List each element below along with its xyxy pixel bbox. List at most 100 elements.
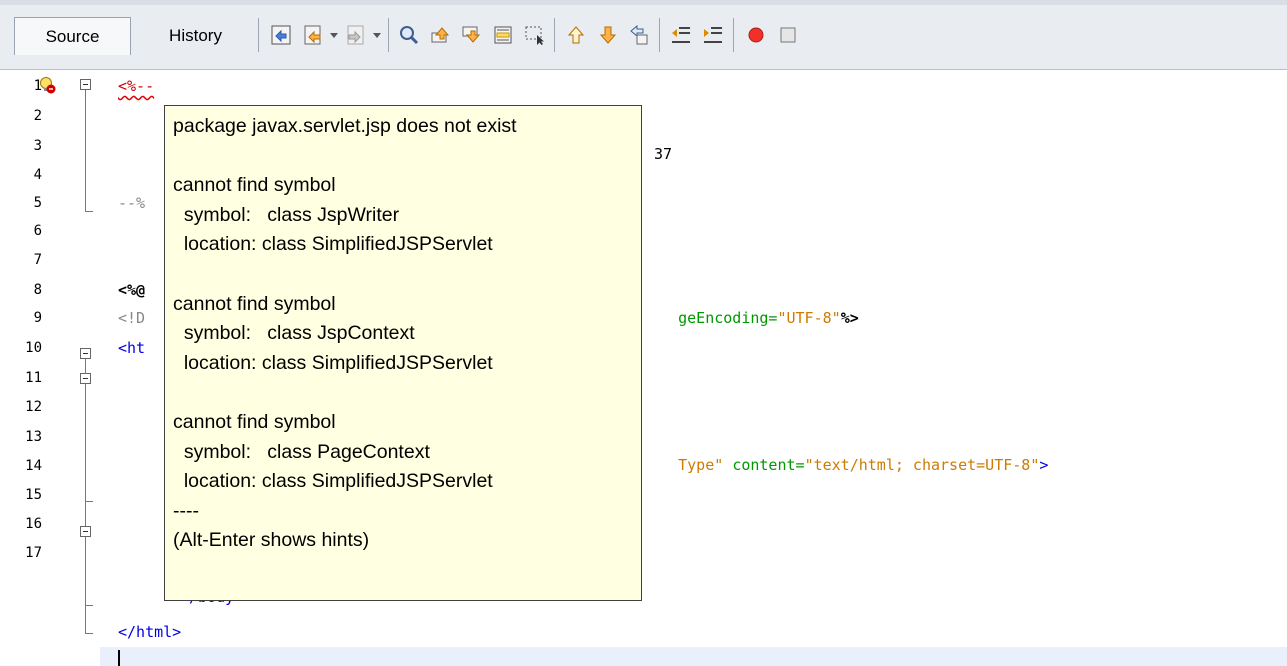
tooltip-line bbox=[173, 260, 633, 290]
fold-toggle-html[interactable] bbox=[80, 348, 91, 359]
tooltip-line: symbol: class JspWriter bbox=[173, 203, 400, 226]
code-attr: content= bbox=[732, 456, 805, 474]
shift-left-button[interactable] bbox=[668, 22, 694, 48]
fold-end-marker bbox=[85, 605, 93, 606]
line-number: 9 bbox=[33, 310, 42, 326]
toggle-rect-selection-icon bbox=[525, 26, 544, 45]
code-line-3-fragment: 37 bbox=[654, 145, 673, 163]
tooltip-line: location: class SimplifiedJSPServlet bbox=[173, 470, 493, 493]
find-next-button[interactable] bbox=[459, 22, 485, 48]
forward-button[interactable] bbox=[343, 22, 369, 48]
code-string: "text/html; charset=UTF-8" bbox=[804, 456, 1040, 474]
last-edit-icon bbox=[271, 25, 291, 45]
tab-history[interactable]: History bbox=[143, 17, 248, 55]
tooltip-line: symbol: class JspContext bbox=[173, 322, 415, 345]
tooltip-line: package javax.servlet.jsp does not exist bbox=[173, 115, 517, 137]
toggle-bookmark-button[interactable] bbox=[626, 22, 652, 48]
line-number: 17 bbox=[25, 545, 42, 561]
code-line-5: --% bbox=[118, 194, 146, 212]
text-caret bbox=[118, 650, 120, 666]
fold-guide bbox=[85, 359, 86, 633]
last-edit-button[interactable] bbox=[268, 22, 294, 48]
line-number: 16 bbox=[25, 516, 42, 532]
shift-left-icon bbox=[672, 27, 690, 43]
fold-toggle-comment[interactable] bbox=[80, 79, 91, 90]
previous-bookmark-icon bbox=[567, 26, 585, 44]
error-tooltip: package javax.servlet.jsp does not exist… bbox=[164, 105, 642, 601]
line-number: 14 bbox=[25, 458, 42, 474]
tooltip-line: location: class SimplifiedJSPServlet bbox=[173, 351, 493, 374]
previous-bookmark-button[interactable] bbox=[563, 22, 589, 48]
code-string: Type" bbox=[678, 456, 724, 474]
toolbar-separator bbox=[733, 18, 734, 52]
tooltip-line: cannot find symbol bbox=[173, 174, 336, 197]
tooltip-line: symbol: class PageContext bbox=[173, 440, 430, 463]
editor-toolbar: Source History bbox=[0, 0, 1287, 70]
line-number: 7 bbox=[33, 252, 42, 268]
forward-dropdown-arrow[interactable] bbox=[373, 33, 381, 38]
line-number: 2 bbox=[33, 108, 42, 124]
find-selection-icon bbox=[400, 26, 419, 45]
line-number: 6 bbox=[33, 223, 42, 239]
toolbar-separator bbox=[258, 18, 259, 52]
tab-source[interactable]: Source bbox=[14, 17, 131, 55]
code-string: "UTF-8" bbox=[777, 309, 841, 327]
fold-end-marker bbox=[85, 633, 93, 634]
toolbar-top-strip bbox=[0, 0, 1287, 5]
tooltip-line bbox=[173, 378, 633, 408]
stop-macro-button[interactable] bbox=[775, 22, 801, 48]
find-previous-button[interactable] bbox=[428, 22, 454, 48]
back-dropdown-arrow[interactable] bbox=[330, 33, 338, 38]
back-icon bbox=[304, 25, 321, 45]
line-number: 15 bbox=[25, 487, 42, 503]
code-tag-end: > bbox=[1039, 456, 1049, 474]
tooltip-line: ---- bbox=[173, 499, 199, 522]
toggle-highlight-button[interactable] bbox=[490, 22, 516, 48]
fold-toggle-head[interactable] bbox=[80, 373, 91, 384]
back-button[interactable] bbox=[300, 22, 326, 48]
line-number: 12 bbox=[25, 399, 42, 415]
find-selection-button[interactable] bbox=[396, 22, 422, 48]
fold-end-marker bbox=[85, 501, 93, 502]
code-line-1: <%-- bbox=[118, 77, 155, 95]
code-line-7-end: geEncoding="UTF-8"%> bbox=[642, 276, 859, 360]
shift-right-icon bbox=[704, 27, 722, 43]
code-directive-end: %> bbox=[840, 309, 859, 327]
record-macro-button[interactable] bbox=[743, 22, 769, 48]
line-number: 5 bbox=[33, 195, 42, 211]
toolbar-separator bbox=[388, 18, 389, 52]
record-macro-icon bbox=[748, 27, 764, 43]
shift-right-button[interactable] bbox=[700, 22, 726, 48]
tooltip-hint-line: (Alt-Enter shows hints) bbox=[173, 529, 370, 552]
toggle-bookmark-icon bbox=[630, 24, 648, 45]
find-previous-icon bbox=[431, 27, 450, 43]
next-bookmark-button[interactable] bbox=[595, 22, 621, 48]
code-line-8: <!D bbox=[118, 309, 146, 327]
toggle-highlight-icon bbox=[494, 26, 512, 44]
line-number: 1 bbox=[33, 78, 42, 94]
line-number: 8 bbox=[33, 282, 42, 298]
forward-icon bbox=[347, 25, 364, 45]
code-line-17: </html> bbox=[118, 623, 182, 641]
code-line-7-start: <%@ bbox=[118, 281, 146, 299]
toggle-rect-selection-button[interactable] bbox=[522, 22, 548, 48]
code-attr: geEncoding= bbox=[678, 309, 778, 327]
find-next-icon bbox=[462, 26, 481, 43]
tooltip-line: cannot find symbol bbox=[173, 292, 336, 315]
current-line-highlight bbox=[100, 647, 1287, 666]
line-number: 10 bbox=[25, 340, 42, 356]
fold-guide bbox=[85, 90, 86, 211]
tooltip-line bbox=[173, 142, 633, 172]
code-line-9: <ht bbox=[118, 339, 146, 357]
next-bookmark-icon bbox=[599, 26, 617, 44]
toolbar-separator bbox=[554, 18, 555, 52]
fold-toggle-body[interactable] bbox=[80, 526, 91, 537]
code-line-11-end: Type" content="text/html; charset=UTF-8"… bbox=[642, 423, 1048, 507]
tooltip-line: cannot find symbol bbox=[173, 410, 336, 433]
tooltip-line: location: class SimplifiedJSPServlet bbox=[173, 233, 493, 256]
line-number: 4 bbox=[33, 167, 42, 183]
line-number: 3 bbox=[33, 138, 42, 154]
fold-end-marker bbox=[85, 211, 93, 212]
line-number: 11 bbox=[25, 370, 42, 386]
toolbar-separator bbox=[659, 18, 660, 52]
